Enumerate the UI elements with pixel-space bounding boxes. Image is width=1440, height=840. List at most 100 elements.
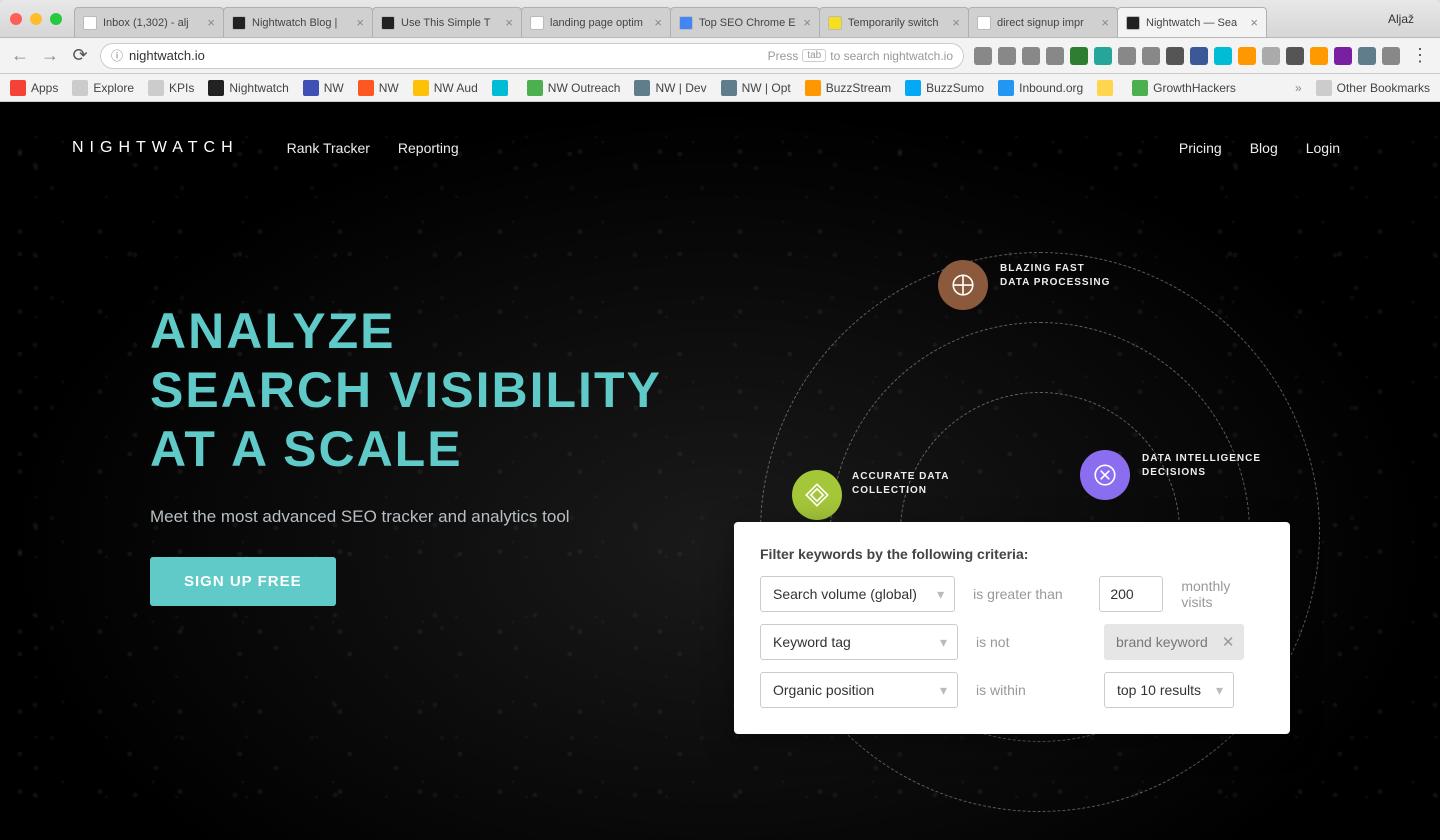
bookmark-favicon-icon — [492, 80, 508, 96]
bookmark-item[interactable] — [492, 80, 513, 96]
bookmark-item[interactable]: BuzzStream — [805, 80, 891, 96]
nav-blog[interactable]: Blog — [1250, 140, 1278, 156]
extension-icon[interactable] — [1142, 47, 1160, 65]
close-tab-icon[interactable]: × — [207, 15, 215, 30]
close-tab-icon[interactable]: × — [654, 15, 662, 30]
field-select[interactable]: Organic position — [760, 672, 958, 708]
bookmark-item[interactable]: NW — [303, 80, 344, 96]
bookmark-item[interactable]: NW | Opt — [721, 80, 791, 96]
field-select[interactable]: Keyword tag — [760, 624, 958, 660]
extension-icon[interactable] — [1166, 47, 1184, 65]
close-tab-icon[interactable]: × — [803, 15, 811, 30]
tab-key-icon: tab — [802, 49, 826, 62]
minimize-window-button[interactable] — [30, 13, 42, 25]
other-bookmarks[interactable]: Other Bookmarks — [1316, 80, 1430, 96]
close-tab-icon[interactable]: × — [1250, 15, 1258, 30]
bookmark-favicon-icon — [905, 80, 921, 96]
bookmark-favicon-icon — [413, 80, 429, 96]
browser-tab[interactable]: Nightwatch Blog | × — [223, 7, 373, 37]
bookmark-item[interactable]: NW Aud — [413, 80, 478, 96]
tab-title: direct signup impr — [997, 17, 1095, 29]
extension-icon[interactable] — [1334, 47, 1352, 65]
bookmark-item[interactable]: Nightwatch — [208, 80, 288, 96]
bookmark-item[interactable]: GrowthHackers — [1132, 80, 1236, 96]
signup-button[interactable]: SIGN UP FREE — [150, 557, 336, 606]
close-tab-icon[interactable]: × — [356, 15, 364, 30]
menu-button[interactable]: ⋮ — [1410, 45, 1430, 66]
address-bar[interactable]: ⓘ nightwatch.io Press tab to search nigh… — [100, 43, 964, 69]
filter-row: Search volume (global) is greater than m… — [760, 576, 1264, 612]
tab-favicon-icon — [679, 16, 693, 30]
extension-icon[interactable] — [1214, 47, 1232, 65]
bookmark-item[interactable]: Explore — [72, 80, 134, 96]
extension-icon[interactable] — [1310, 47, 1328, 65]
browser-tab[interactable]: Inbox (1,302) - alj × — [74, 7, 224, 37]
tab-favicon-icon — [530, 16, 544, 30]
bookmark-favicon-icon — [303, 80, 319, 96]
extension-icon[interactable] — [1238, 47, 1256, 65]
nav-rank-tracker[interactable]: Rank Tracker — [287, 140, 370, 156]
extension-icon[interactable] — [1094, 47, 1112, 65]
window-controls — [10, 13, 62, 25]
extension-icon[interactable] — [1262, 47, 1280, 65]
bookmark-item[interactable]: BuzzSumo — [905, 80, 984, 96]
maximize-window-button[interactable] — [50, 13, 62, 25]
logo[interactable]: NIGHTWATCH — [72, 139, 239, 157]
forward-button[interactable]: → — [40, 45, 60, 66]
nav-login[interactable]: Login — [1306, 140, 1340, 156]
extension-icon[interactable] — [1286, 47, 1304, 65]
extension-icon[interactable] — [1190, 47, 1208, 65]
tab-title: Temporarily switch — [848, 17, 946, 29]
browser-tab[interactable]: Use This Simple T × — [372, 7, 522, 37]
bookmark-favicon-icon — [805, 80, 821, 96]
tag-chip[interactable]: brand keyword ✕ — [1104, 624, 1244, 660]
extension-icon[interactable] — [1070, 47, 1088, 65]
bookmark-item[interactable]: NW Outreach — [527, 80, 621, 96]
bookmark-item[interactable]: NW — [358, 80, 399, 96]
bookmark-item[interactable] — [1097, 80, 1118, 96]
tab-favicon-icon — [1126, 16, 1140, 30]
browser-tab[interactable]: Nightwatch — Sea × — [1117, 7, 1267, 37]
bookmark-item[interactable]: KPIs — [148, 80, 194, 96]
hero-heading: ANALYZE SEARCH VISIBILITY AT A SCALE — [150, 302, 1440, 479]
bookmark-favicon-icon — [1097, 80, 1113, 96]
extension-icon[interactable] — [1046, 47, 1064, 65]
extension-icon[interactable] — [998, 47, 1016, 65]
browser-tab[interactable]: Temporarily switch × — [819, 7, 969, 37]
profile-name[interactable]: Aljaž — [1372, 12, 1430, 26]
browser-tab[interactable]: direct signup impr × — [968, 7, 1118, 37]
nav-pricing[interactable]: Pricing — [1179, 140, 1222, 156]
back-button[interactable]: ← — [10, 45, 30, 66]
site-info-icon[interactable]: ⓘ — [111, 47, 123, 64]
browser-tab[interactable]: Top SEO Chrome E × — [670, 7, 820, 37]
value-suffix: monthly visits — [1181, 578, 1264, 610]
tab-favicon-icon — [977, 16, 991, 30]
bookmark-item[interactable]: Inbound.org — [998, 80, 1083, 96]
bookmark-item[interactable]: Apps — [10, 80, 58, 96]
close-tab-icon[interactable]: × — [952, 15, 960, 30]
filter-row: Organic position is within top 10 result… — [760, 672, 1264, 708]
bookmark-favicon-icon — [527, 80, 543, 96]
extension-icon[interactable] — [1358, 47, 1376, 65]
field-select[interactable]: Search volume (global) — [760, 576, 955, 612]
browser-tab[interactable]: landing page optim × — [521, 7, 671, 37]
nav-reporting[interactable]: Reporting — [398, 140, 459, 156]
value-select[interactable]: top 10 results — [1104, 672, 1234, 708]
bookmark-item[interactable]: NW | Dev — [634, 80, 706, 96]
bookmarks-overflow-icon[interactable]: » — [1295, 81, 1302, 95]
close-window-button[interactable] — [10, 13, 22, 25]
remove-tag-icon[interactable]: ✕ — [1222, 633, 1235, 651]
extension-icon[interactable] — [1382, 47, 1400, 65]
tab-title: Nightwatch Blog | — [252, 17, 350, 29]
extension-icon[interactable] — [974, 47, 992, 65]
close-tab-icon[interactable]: × — [1101, 15, 1109, 30]
reload-button[interactable]: ⟳ — [70, 45, 90, 66]
close-tab-icon[interactable]: × — [505, 15, 513, 30]
url-text: nightwatch.io — [129, 48, 768, 63]
tab-favicon-icon — [381, 16, 395, 30]
bookmark-favicon-icon — [10, 80, 26, 96]
extension-icon[interactable] — [1022, 47, 1040, 65]
bookmark-favicon-icon — [634, 80, 650, 96]
value-input[interactable] — [1099, 576, 1163, 612]
extension-icon[interactable] — [1118, 47, 1136, 65]
